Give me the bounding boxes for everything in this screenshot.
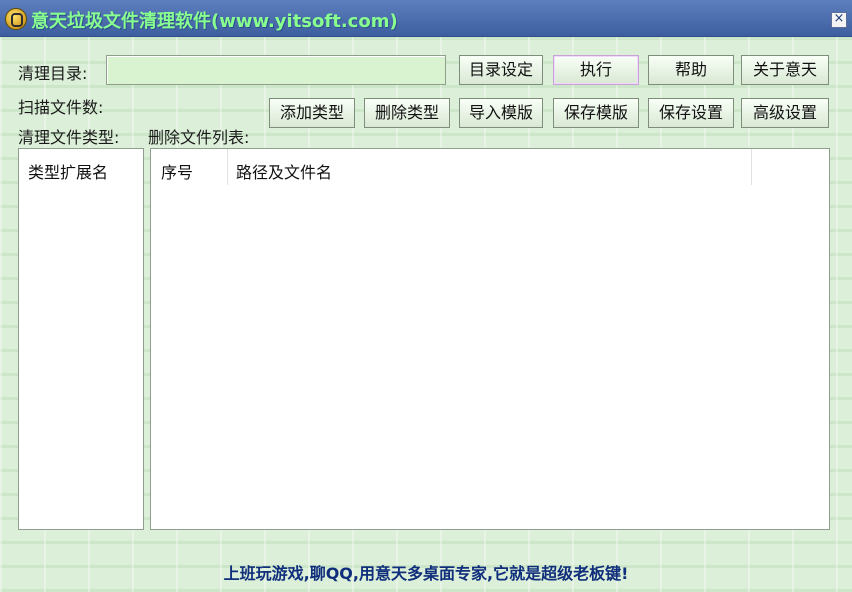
delete-files-list[interactable]: 序号 路径及文件名 <box>150 148 830 530</box>
import-template-button[interactable]: 导入模版 <box>459 98 543 128</box>
types-label: 清理文件类型: <box>18 128 120 147</box>
help-button[interactable]: 帮助 <box>648 55 734 85</box>
main-window: 意天垃圾文件清理软件(www.yitsoft.com) × 清理目录: 目录设定… <box>0 0 852 592</box>
path-header: 路径及文件名 <box>236 163 333 182</box>
save-template-button[interactable]: 保存模版 <box>553 98 639 128</box>
window-title: 意天垃圾文件清理软件(www.yitsoft.com) <box>31 11 398 32</box>
dir-label: 清理目录: <box>18 64 88 83</box>
app-icon <box>5 8 27 30</box>
advanced-settings-button[interactable]: 高级设置 <box>741 98 829 128</box>
set-dir-button[interactable]: 目录设定 <box>459 55 543 85</box>
column-separator <box>227 149 228 185</box>
remove-type-button[interactable]: 删除类型 <box>364 98 450 128</box>
index-header: 序号 <box>161 163 194 182</box>
title-bar: 意天垃圾文件清理软件(www.yitsoft.com) × <box>0 0 852 37</box>
about-button[interactable]: 关于意天 <box>741 55 829 85</box>
save-settings-button[interactable]: 保存设置 <box>648 98 734 128</box>
scan-count-label: 扫描文件数: <box>18 98 104 117</box>
status-message: 上班玩游戏,聊QQ,用意天多桌面专家,它就是超级老板键! <box>223 564 629 583</box>
type-extension-header: 类型扩展名 <box>28 163 109 182</box>
file-types-list[interactable]: 类型扩展名 <box>18 148 144 530</box>
close-button[interactable]: × <box>831 12 847 28</box>
execute-button[interactable]: 执行 <box>553 55 639 85</box>
add-type-button[interactable]: 添加类型 <box>269 98 355 128</box>
column-separator <box>751 149 752 185</box>
delete-list-label: 删除文件列表: <box>148 128 250 147</box>
dir-input[interactable] <box>106 55 446 85</box>
